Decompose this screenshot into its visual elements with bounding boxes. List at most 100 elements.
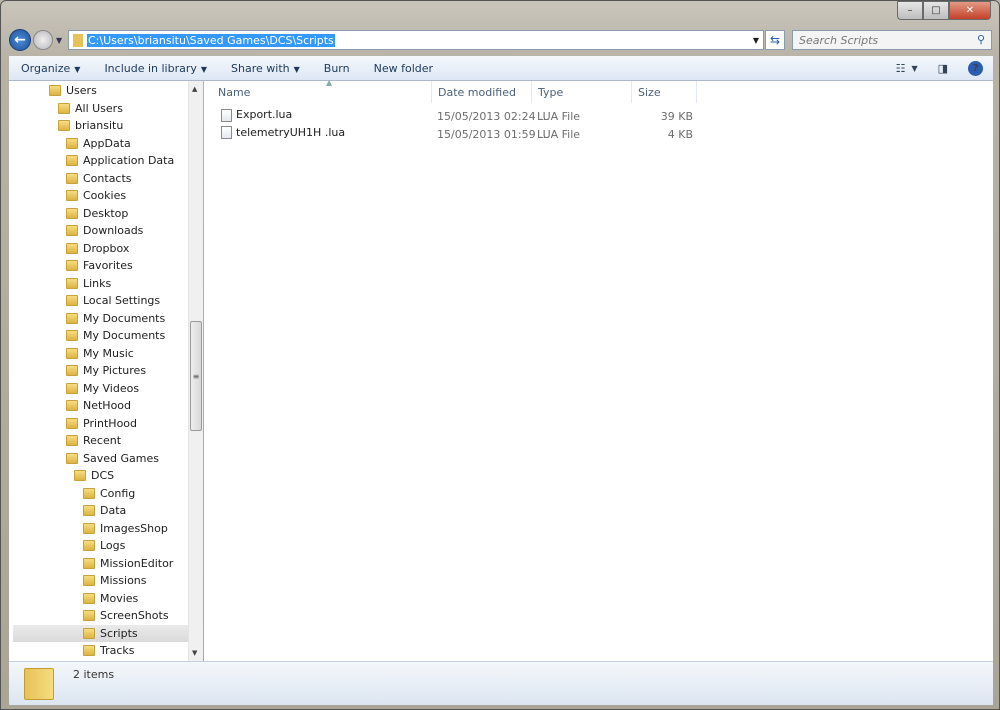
search-icon[interactable]: ⚲ xyxy=(977,33,985,46)
tree-item[interactable]: Config xyxy=(83,485,135,502)
tree-item[interactable]: My Pictures xyxy=(66,362,146,379)
scrollbar-thumb[interactable]: ≡ xyxy=(190,321,202,431)
tree-item[interactable]: All Users xyxy=(58,100,123,117)
command-bar: Organize ▼ Include in library ▼ Share with… xyxy=(9,56,993,81)
column-header-name[interactable]: Name ▲ xyxy=(212,78,432,103)
include-label: Include in library xyxy=(104,61,197,75)
tree-item[interactable]: Tracks xyxy=(83,642,135,659)
tree-item[interactable]: Application Data xyxy=(66,152,174,169)
file-type: LUA File xyxy=(537,110,581,123)
maximize-button[interactable]: □ xyxy=(923,1,949,20)
navigation-pane: Users All Users briansitu AppData Applicatio… xyxy=(9,81,203,661)
folder-icon xyxy=(66,435,78,446)
tree-item[interactable]: ScreenShots xyxy=(83,607,169,624)
view-dropdown-icon[interactable]: ▼ xyxy=(911,64,917,73)
tree-item[interactable]: ImagesShop xyxy=(83,520,168,537)
tree-item[interactable]: Cookies xyxy=(66,187,126,204)
file-icon xyxy=(221,126,232,139)
tree-item-label: Scripts xyxy=(100,626,138,640)
tree-item[interactable]: briansitu xyxy=(58,117,123,134)
address-path[interactable]: C:\Users\briansitu\Saved Games\DCS\Scrip… xyxy=(87,33,335,47)
minimize-button[interactable]: – xyxy=(897,1,923,20)
tree-item-label: My Documents xyxy=(83,311,166,325)
help-icon[interactable]: ? xyxy=(968,61,983,76)
view-options-icon[interactable]: ☷ xyxy=(896,62,906,75)
refresh-button[interactable]: ⇆ xyxy=(765,30,785,50)
tree-item[interactable]: Users xyxy=(49,82,97,99)
tree-item[interactable]: Recent xyxy=(66,432,121,449)
forward-button[interactable] xyxy=(33,30,53,50)
column-header-type[interactable]: Type xyxy=(532,81,632,103)
file-list: Name ▲ Date modified Type Size Export.lua… xyxy=(204,78,993,661)
burn-button[interactable]: Burn xyxy=(312,62,362,75)
back-button[interactable]: ← xyxy=(9,29,31,51)
tree-item[interactable]: AppData xyxy=(66,135,131,152)
folder-icon xyxy=(58,120,70,131)
status-bar: 2 items xyxy=(9,661,993,705)
tree-item-label: Config xyxy=(100,486,136,500)
file-size: 39 KB xyxy=(660,110,693,123)
nav-scrollbar[interactable]: ▲ ≡ ▼ xyxy=(188,81,203,661)
tree-item[interactable]: Desktop xyxy=(66,205,128,222)
new-folder-button[interactable]: New folder xyxy=(362,62,445,75)
folder-icon xyxy=(74,470,86,481)
scroll-down-icon[interactable]: ▼ xyxy=(192,649,197,657)
tree-item[interactable]: My Videos xyxy=(66,380,139,397)
tree-item-label: Desktop xyxy=(83,206,129,220)
tree-item[interactable]: My Documents xyxy=(66,327,165,344)
share-with-button[interactable]: Share with ▼ xyxy=(219,62,312,75)
chevron-down-icon: ▼ xyxy=(293,64,300,74)
folder-icon xyxy=(66,365,78,376)
tree-item-label: briansitu xyxy=(75,119,124,132)
recent-pages-dropdown[interactable]: ▼ xyxy=(56,36,62,45)
tree-item[interactable]: Contacts xyxy=(66,170,132,187)
tree-item[interactable]: My Music xyxy=(66,345,134,362)
tree-item[interactable]: Data xyxy=(83,502,126,519)
preview-pane-icon[interactable]: ◨ xyxy=(938,62,948,75)
address-bar[interactable]: C:\Users\briansitu\Saved Games\DCS\Scrip… xyxy=(68,30,764,50)
folder-icon xyxy=(66,295,78,306)
file-row[interactable]: telemetryUH1H .lua 15/05/2013 01:59 ... LU… xyxy=(204,126,704,143)
folder-icon xyxy=(66,347,78,359)
tree-item[interactable]: Saved Games xyxy=(66,450,159,467)
share-label: Share with xyxy=(231,61,290,75)
tree-item[interactable]: DCS xyxy=(74,467,114,484)
tree-item[interactable]: MissionEditor xyxy=(83,555,173,572)
tree-item[interactable]: Dropbox xyxy=(66,240,129,257)
scroll-up-icon[interactable]: ▲ xyxy=(192,85,197,93)
file-row[interactable]: Export.lua 15/05/2013 02:24 ... LUA File 39… xyxy=(204,108,704,125)
folder-icon xyxy=(83,575,95,586)
tree-item[interactable]: Logs xyxy=(83,537,125,554)
tree-item[interactable]: Local Settings xyxy=(66,292,160,309)
tree-item[interactable]: NetHood xyxy=(66,397,131,414)
folder-icon xyxy=(24,668,54,700)
column-header-size[interactable]: Size xyxy=(632,81,697,103)
tree-item[interactable]: Favorites xyxy=(66,257,133,274)
tree-item[interactable]: Links xyxy=(66,275,111,292)
folder-icon xyxy=(83,627,95,639)
search-input[interactable]: Search Scripts ⚲ xyxy=(792,30,992,50)
name-header-label: Name xyxy=(218,85,251,99)
folder-icon xyxy=(66,277,78,289)
folder-icon xyxy=(83,487,95,499)
folder-icon xyxy=(66,207,78,219)
tree-item-label: All Users xyxy=(75,101,123,115)
address-dropdown-icon[interactable]: ▼ xyxy=(753,36,759,45)
include-in-library-button[interactable]: Include in library ▼ xyxy=(92,62,219,75)
tree-item[interactable]: Scripts xyxy=(13,624,188,642)
tree-item[interactable]: Missions xyxy=(83,572,147,589)
close-button[interactable]: ✕ xyxy=(949,1,991,20)
tree-item[interactable]: My Documents xyxy=(66,310,165,327)
tree-item-label: Data xyxy=(100,504,127,517)
tree-item[interactable]: Downloads xyxy=(66,222,143,239)
column-header-date[interactable]: Date modified xyxy=(432,81,532,103)
file-date: 15/05/2013 01:59 ... xyxy=(437,127,550,141)
chevron-down-icon: ▼ xyxy=(74,64,81,74)
tree-item[interactable]: PrintHood xyxy=(66,415,137,432)
tree-item-label: Logs xyxy=(100,539,126,552)
organize-button[interactable]: Organize ▼ xyxy=(9,62,92,75)
tree-item-label: Application Data xyxy=(83,154,175,167)
tree-item-label: My Music xyxy=(83,346,134,360)
tree-item-label: My Pictures xyxy=(83,364,147,377)
tree-item[interactable]: Movies xyxy=(83,590,138,607)
